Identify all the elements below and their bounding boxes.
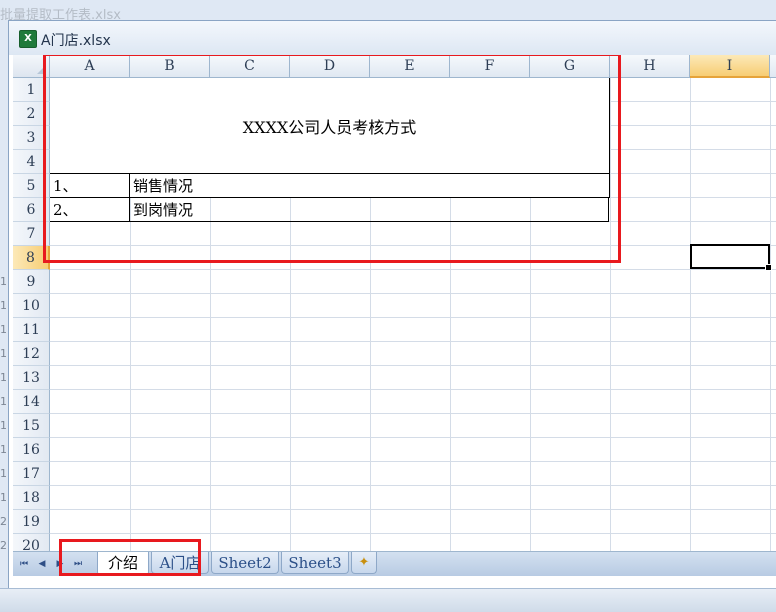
column-header-i[interactable]: I	[690, 55, 770, 78]
row-header-19[interactable]: 19	[13, 510, 50, 534]
gridline	[50, 437, 776, 438]
active-cell-i8[interactable]	[690, 244, 772, 271]
row-header-5[interactable]: 5	[13, 174, 50, 198]
column-header-c[interactable]: C	[210, 55, 290, 78]
sheet-title-cell[interactable]: XXXX公司人员考核方式	[50, 78, 609, 174]
bg-row-number: 1	[0, 395, 7, 408]
workbook-window: X A门店.xlsx A B C D E F G H I 1 2 3 4 5 6…	[8, 20, 776, 590]
column-header-g[interactable]: G	[530, 55, 610, 78]
row-header-16[interactable]: 16	[13, 438, 50, 462]
bg-row-number: 1	[0, 371, 7, 384]
column-header-a[interactable]: A	[50, 55, 130, 78]
column-header-h[interactable]: H	[610, 55, 690, 78]
last-sheet-icon[interactable]: ⏭	[71, 556, 85, 572]
tab-sheet2[interactable]: Sheet2	[211, 552, 279, 574]
bg-row-number: 1	[0, 491, 7, 504]
row-header-4[interactable]: 4	[13, 150, 50, 174]
row-header-9[interactable]: 9	[13, 270, 50, 294]
item-number-cell[interactable]: 1、	[50, 174, 130, 198]
bg-row-number: 1	[0, 467, 7, 480]
gridline	[50, 485, 776, 486]
status-bar	[0, 588, 776, 612]
bg-row-number: 1	[0, 419, 7, 432]
column-header-d[interactable]: D	[290, 55, 370, 78]
bg-row-number: 1	[0, 299, 7, 312]
first-sheet-icon[interactable]: ⏮	[17, 556, 31, 572]
row-header-7[interactable]: 7	[13, 222, 50, 246]
gridline	[50, 389, 776, 390]
tab-a-store[interactable]: A门店	[151, 552, 209, 574]
gridline	[50, 293, 776, 294]
gridline	[50, 533, 776, 534]
row-header-10[interactable]: 10	[13, 294, 50, 318]
window-titlebar[interactable]: X A门店.xlsx	[9, 21, 776, 55]
row-header-2[interactable]: 2	[13, 102, 50, 126]
item-label-cell[interactable]: 销售情况	[130, 174, 609, 198]
tab-intro[interactable]: 介绍	[97, 552, 149, 576]
background-row-numbers: 1 1 1 1 1 1 1 1 1 1 2 2	[0, 270, 8, 558]
excel-icon: X	[19, 30, 37, 48]
row-header-15[interactable]: 15	[13, 414, 50, 438]
row-header-3[interactable]: 3	[13, 126, 50, 150]
row-header-14[interactable]: 14	[13, 390, 50, 414]
row-header-6[interactable]: 6	[13, 198, 50, 222]
row-header-20[interactable]: 20	[13, 534, 50, 551]
prev-sheet-icon[interactable]: ◀	[35, 556, 49, 572]
row-header-13[interactable]: 13	[13, 366, 50, 390]
item-number-cell[interactable]: 2、	[50, 198, 130, 222]
bg-row-number: 1	[0, 275, 7, 288]
window-title: A门店.xlsx	[41, 33, 111, 49]
select-all-corner[interactable]	[13, 55, 50, 78]
gridline	[50, 413, 776, 414]
gridline	[50, 317, 776, 318]
spreadsheet-grid[interactable]: A B C D E F G H I 1 2 3 4 5 6 7 8 9 10 1…	[13, 55, 776, 551]
column-header-partial[interactable]	[770, 55, 776, 78]
row-header-12[interactable]: 12	[13, 342, 50, 366]
column-header-b[interactable]: B	[130, 55, 210, 78]
new-sheet-icon[interactable]: ✦	[351, 552, 377, 574]
row-header-18[interactable]: 18	[13, 486, 50, 510]
gridline	[50, 245, 776, 246]
column-header-f[interactable]: F	[450, 55, 530, 78]
assessment-table: XXXX公司人员考核方式 1、 销售情况	[50, 78, 610, 198]
gridline	[50, 269, 776, 270]
bg-row-number: 2	[0, 539, 7, 552]
gridline	[50, 509, 776, 510]
bg-row-number: 1	[0, 443, 7, 456]
row-header-17[interactable]: 17	[13, 462, 50, 486]
background-window-title: 批量提取工作表.xlsx	[0, 8, 121, 23]
sheet-tab-bar: ⏮ ◀ ▶ ⏭ 介绍 A门店 Sheet2 Sheet3 ✦	[13, 539, 776, 576]
bg-row-number: 1	[0, 347, 7, 360]
gridline	[50, 341, 776, 342]
row-header-11[interactable]: 11	[13, 318, 50, 342]
bg-row-number: 1	[0, 323, 7, 336]
gridline	[50, 365, 776, 366]
row-header-8[interactable]: 8	[13, 246, 50, 270]
item-label-cell[interactable]: 到岗情况	[130, 198, 609, 222]
tab-sheet3[interactable]: Sheet3	[281, 552, 349, 574]
row-header-1[interactable]: 1	[13, 78, 50, 102]
column-header-e[interactable]: E	[370, 55, 450, 78]
next-sheet-icon[interactable]: ▶	[53, 556, 67, 572]
gridline	[50, 461, 776, 462]
bg-row-number: 2	[0, 515, 7, 528]
